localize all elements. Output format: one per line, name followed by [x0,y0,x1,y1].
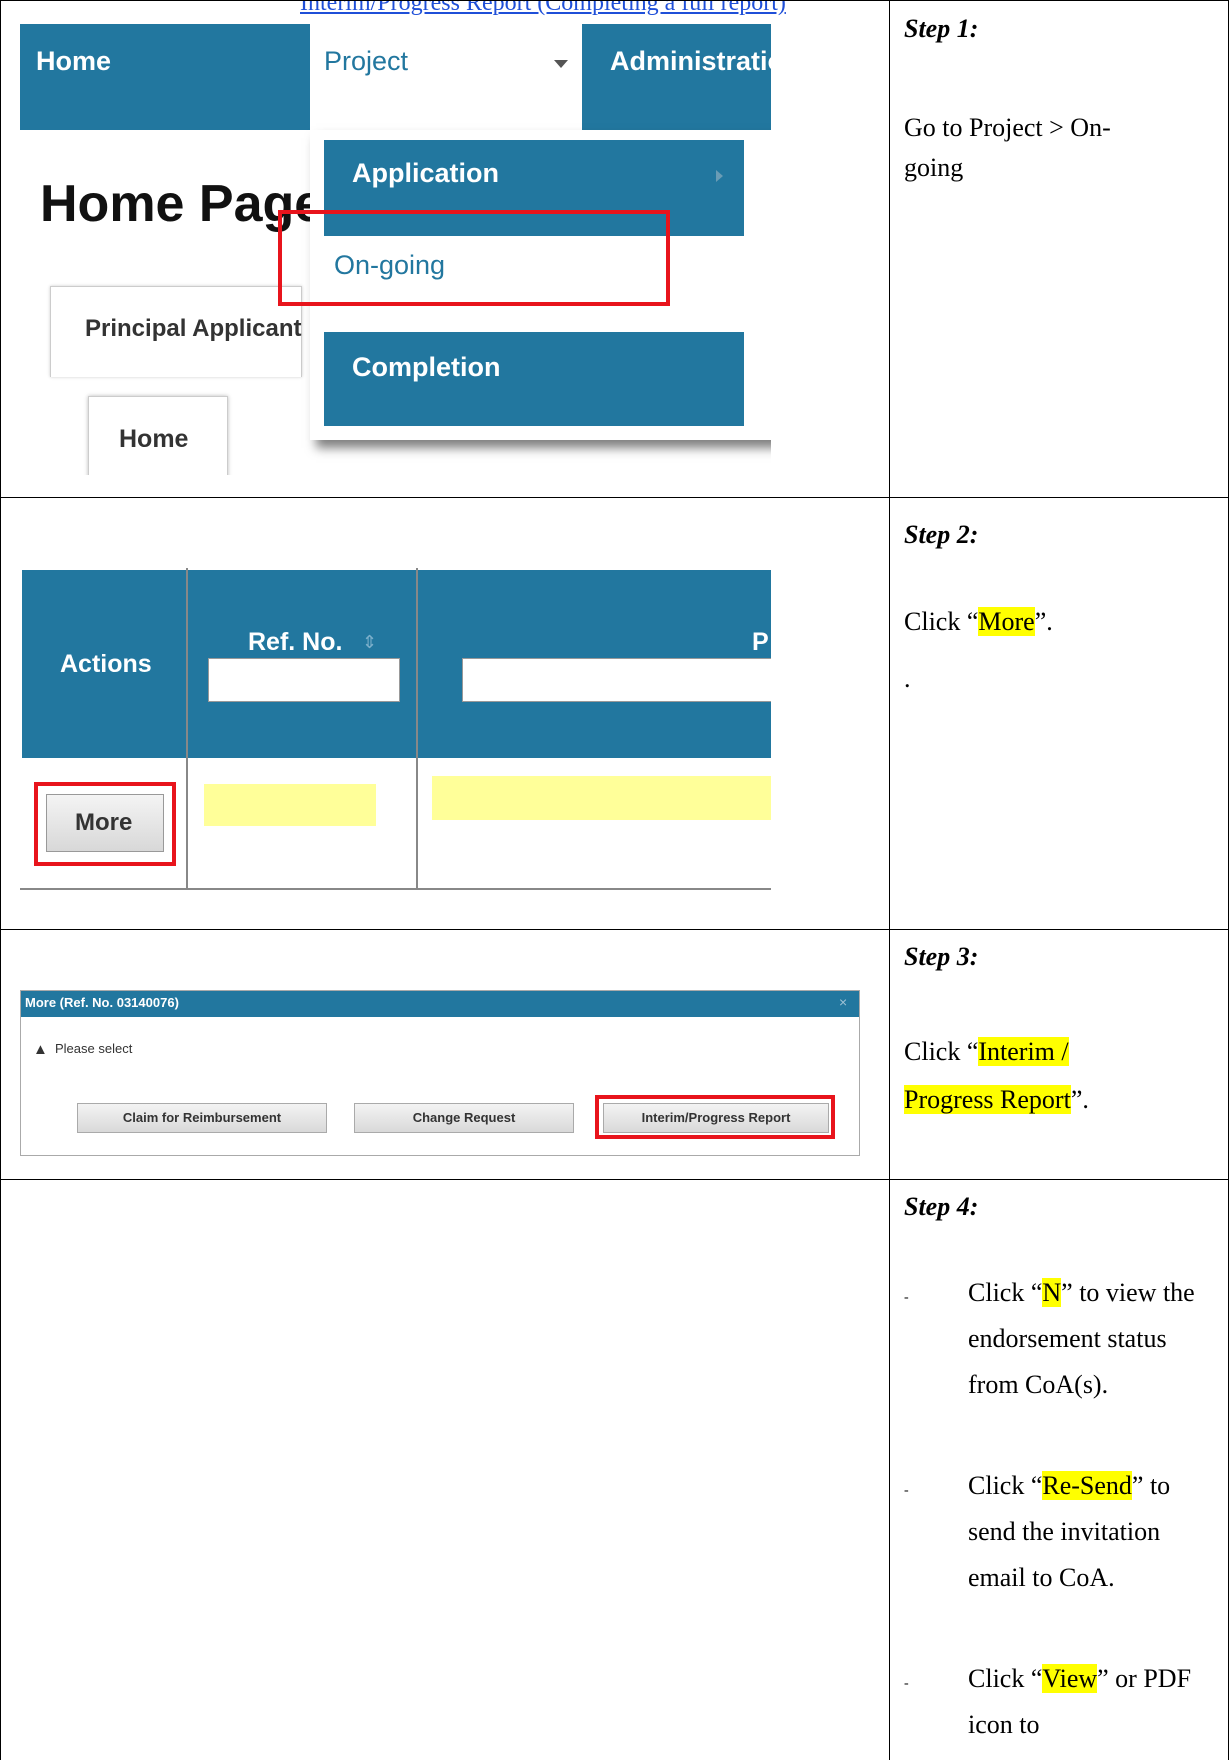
step-instruction: Click “Interim / Progress Report”. [904,1028,1204,1124]
screenshot-navigation-menu: Home Project Administration Home Page Pr… [20,24,771,475]
chevron-down-icon [554,60,568,68]
highlight-resend: Re-Send [1042,1471,1132,1500]
step-title: Step 4: [904,1192,979,1221]
text: Click “ [968,1278,1043,1307]
screenshot-more-dialog: More (Ref. No. 03140076) × ▲ Please sele… [20,990,860,1156]
screenshot-results-table: Actions Ref. No. ⇕ P More [20,568,771,896]
step-bullet: Click “View” or PDF icon to [968,1656,1208,1748]
bullet-mark: - [904,1290,909,1305]
highlight-box-ongoing [278,210,670,306]
dialog-title: More (Ref. No. 03140076) [25,995,179,1010]
nav-home[interactable]: Home [36,46,111,77]
text: ”. [1034,607,1053,636]
menu-item-application[interactable]: Application [352,158,499,189]
nav-project-menu[interactable]: Project [310,24,582,130]
highlight-box-more [34,782,176,866]
tab-principal-applicant[interactable]: Principal Applicant [50,286,302,377]
warning-icon: ▲ [33,1041,48,1058]
dialog-title-bar: More (Ref. No. 03140076) × [21,991,859,1017]
step-instruction: Go to Project > On-going [904,113,1111,182]
chevron-right-icon [716,170,723,182]
table-border-left [0,0,1,1760]
sort-icon[interactable]: ⇕ [362,632,377,653]
nav-bar: Home Project Administration [20,24,771,130]
table-header: Actions Ref. No. ⇕ P [22,570,771,758]
nav-project-label: Project [324,46,409,76]
p-filter-input[interactable] [462,658,771,702]
change-request-button[interactable]: Change Request [354,1103,574,1133]
highlight-n: N [1042,1278,1062,1307]
table-row-divider [0,1179,1229,1180]
highlight-box-interim [595,1095,835,1139]
tab-label: Home [119,425,189,453]
column-header-actions: Actions [60,650,152,678]
step-bullet: Click “Re-Send” to send the invitation e… [968,1463,1208,1601]
close-icon[interactable]: × [839,994,847,1010]
text: Click “ [904,607,979,636]
text: Click “ [968,1471,1043,1500]
step-note: . [904,664,911,693]
redacted-project [432,776,771,820]
highlight-view: View [1042,1664,1098,1693]
step-instruction: Click “More”. [904,605,1204,639]
column-header-p: P [752,628,769,656]
highlight-more: More [978,607,1035,636]
column-divider [416,568,418,890]
dialog-prompt: Please select [55,1041,133,1056]
row-divider [20,888,771,890]
highlight-progress-report: Progress Report [904,1085,1071,1114]
tab-label: Principal Applicant [85,315,302,342]
step-title: Step 2: [904,520,979,549]
column-header-ref-no[interactable]: Ref. No. [248,628,342,657]
menu-item-completion[interactable]: Completion [352,352,501,383]
highlight-interim: Interim / [978,1037,1069,1066]
redacted-ref-no [204,784,376,826]
text: ”. [1070,1085,1089,1114]
text: Click “ [904,1037,979,1066]
table-border-top [0,0,1229,1]
nav-administration[interactable]: Administration [610,46,771,77]
bullet-mark: - [904,1483,909,1498]
step-title: Step 3: [904,942,979,971]
step-bullet: Click “N” to view the endorsement status… [968,1270,1208,1408]
table-row-divider [0,929,1229,930]
table-column-divider [889,0,890,1760]
table-row-divider [0,497,1229,498]
step-title: Step 1: [904,14,979,43]
tab-home[interactable]: Home [88,396,228,475]
top-link[interactable]: Interim/Progress Report (Completing a fu… [300,0,786,17]
text: Click “ [968,1664,1043,1693]
ref-filter-input[interactable] [208,658,400,702]
bullet-mark: - [904,1676,909,1691]
column-divider [186,568,188,890]
claim-reimbursement-button[interactable]: Claim for Reimbursement [77,1103,327,1133]
